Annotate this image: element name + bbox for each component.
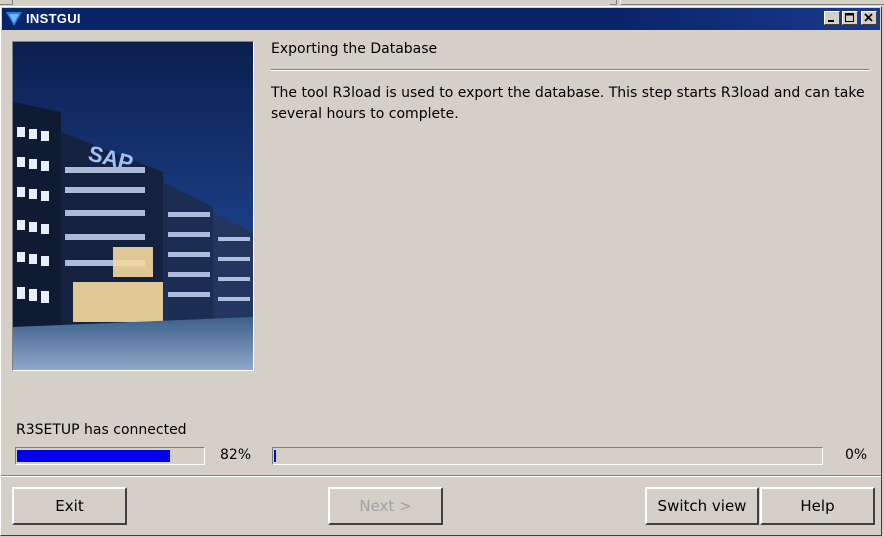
instgui-window: INSTGUI SAP Exporting the Database The t… <box>0 6 882 536</box>
help-button[interactable]: Help <box>760 487 875 525</box>
step-progress-fill <box>274 450 276 462</box>
next-button[interactable]: Next > <box>328 487 443 525</box>
minimize-icon <box>828 20 834 22</box>
step-description: The tool R3load is used to export the da… <box>271 85 865 122</box>
title-bar[interactable]: INSTGUI <box>2 8 880 30</box>
minimize-button[interactable] <box>824 11 840 25</box>
overall-progress-bar <box>15 447 205 465</box>
exit-button[interactable]: Exit <box>12 487 127 525</box>
close-window-button[interactable] <box>861 11 877 25</box>
step-progress-percent: 0% <box>845 447 868 463</box>
close-icon <box>864 13 873 22</box>
maximize-button[interactable] <box>842 11 858 25</box>
maximize-icon <box>845 13 854 22</box>
button-divider <box>1 475 881 477</box>
connection-status: R3SETUP has connected <box>16 422 187 438</box>
switch-view-button[interactable]: Switch view <box>645 487 759 525</box>
overall-progress-fill <box>17 450 170 462</box>
sap-app-icon <box>6 12 22 26</box>
page-title: Exporting the Database <box>271 41 438 57</box>
title-divider <box>271 69 869 71</box>
window-title: INSTGUI <box>26 11 81 26</box>
step-progress-bar <box>272 447 823 465</box>
sap-building-image: SAP <box>12 41 254 371</box>
overall-progress-percent: 82% <box>220 447 252 463</box>
